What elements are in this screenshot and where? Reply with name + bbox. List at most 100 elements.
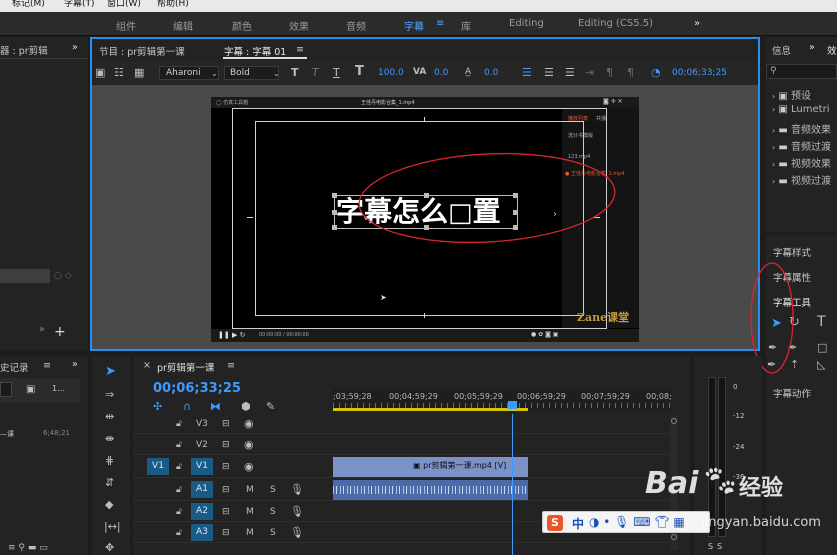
sequence-menu-icon[interactable]: ≡	[227, 360, 235, 371]
workspace-tab-editing[interactable]: Editing	[509, 18, 544, 29]
history-search-input[interactable]	[0, 382, 12, 397]
track-target-a2[interactable]: A2	[191, 503, 213, 520]
solo-button[interactable]: S	[270, 528, 276, 538]
tab-menu-icon[interactable]: ≡	[296, 44, 304, 55]
tree-item-lumetri[interactable]: › ▣ Lumetri	[772, 104, 829, 115]
settings-wrench-icon[interactable]: ✎	[266, 401, 275, 412]
tab-title[interactable]: 字幕 : 字幕 01	[224, 44, 286, 58]
wedge-tool-icon[interactable]: ◺	[817, 359, 825, 370]
menu-title[interactable]: 字幕(T)	[64, 0, 95, 9]
right-panel-overflow-icon[interactable]: »	[809, 42, 815, 53]
audio-clip[interactable]	[333, 480, 528, 500]
microphone-icon[interactable]: 🎙︎	[290, 484, 304, 495]
rectangle-tool-icon[interactable]: □	[817, 342, 827, 353]
microphone-icon[interactable]: 🎙︎	[290, 527, 304, 538]
workspace-tab-titles[interactable]: 字幕	[404, 18, 424, 33]
slide-tool-icon[interactable]: ⇵	[105, 477, 114, 488]
track-label[interactable]: V2	[196, 440, 208, 450]
mute-button[interactable]: M	[246, 528, 254, 538]
sync-lock-icon[interactable]: ⊟	[222, 528, 230, 539]
project-more-icon[interactable]: »	[39, 324, 45, 335]
ripple-edit-tool-icon[interactable]: ⇹	[105, 411, 114, 422]
tab-stop-icon[interactable]: ⇥	[585, 67, 594, 78]
underline-icon[interactable]: T	[333, 67, 340, 78]
tab-program-monitor[interactable]: 节目 : pr剪辑第一课	[99, 44, 185, 58]
tab-stops-icon[interactable]: ▦	[134, 67, 144, 78]
track-target-v1[interactable]: V1	[191, 458, 213, 475]
tree-item-audio-effects[interactable]: › ▬ 音频效果	[772, 121, 831, 136]
sync-lock-icon[interactable]: ⊟	[222, 507, 230, 518]
add-marker-icon[interactable]: ⬢	[241, 401, 251, 412]
eye-icon[interactable]: ◉	[244, 418, 254, 429]
playhead-line[interactable]	[512, 414, 513, 555]
type-tool-icon[interactable]: T	[817, 315, 826, 329]
playhead-handle[interactable]	[508, 401, 517, 409]
time-ruler[interactable]: ;03;59;28 00;04;59;29 00;05;59;29 00;06;…	[333, 389, 672, 411]
solo-button[interactable]: S	[270, 485, 276, 495]
tab-effects[interactable]: 效	[827, 43, 837, 57]
track-label[interactable]: V3	[196, 419, 208, 429]
zoom-tool-icon[interactable]: ✥	[105, 542, 114, 553]
meter-solo-left[interactable]: S	[708, 542, 713, 551]
history-item-label[interactable]: —课	[0, 429, 14, 439]
ime-language[interactable]: 中	[572, 515, 584, 532]
workspace-menu-icon[interactable]: ≡	[436, 18, 444, 29]
close-sequence-icon[interactable]: ×	[143, 360, 151, 371]
new-title-icon[interactable]: ▣	[95, 67, 105, 78]
tree-item-presets[interactable]: › ▣ 预设	[772, 87, 811, 102]
tab-info[interactable]: 信息	[772, 43, 791, 57]
meter-solo-right[interactable]: S	[717, 542, 722, 551]
roll-crawl-icon[interactable]: ☷	[114, 67, 124, 78]
mute-button[interactable]: M	[246, 507, 254, 517]
timeline-timecode[interactable]: 00;06;33;25	[153, 381, 241, 396]
project-panel-tab[interactable]: 器 : pr剪辑	[0, 43, 48, 57]
ime-logo[interactable]: S	[547, 515, 563, 531]
scroll-handle[interactable]	[671, 418, 677, 424]
menu-markers[interactable]: 标记(M)	[12, 0, 45, 9]
tree-item-audio-transitions[interactable]: › ▬ 音频过渡	[772, 138, 831, 153]
sync-lock-icon[interactable]: ⊟	[222, 419, 230, 430]
history-menu-icon[interactable]: ≡	[43, 360, 51, 371]
zoom-slider[interactable]	[0, 269, 50, 283]
microphone-icon[interactable]: 🎙︎	[290, 506, 304, 517]
effects-search-input[interactable]: ⚲	[766, 64, 837, 79]
workspace-overflow-icon[interactable]: »	[694, 18, 700, 29]
tab-history[interactable]: 史记录	[0, 360, 29, 374]
title-timecode[interactable]: 00;06;33;25	[672, 68, 727, 78]
section-title-actions[interactable]: 字幕动作	[773, 386, 811, 400]
menu-window[interactable]: 窗口(W)	[107, 0, 141, 9]
razor-tool-icon[interactable]: ◆	[105, 499, 113, 510]
eye-icon[interactable]: ◉	[244, 439, 254, 450]
align-right-icon[interactable]: ☰	[565, 67, 575, 78]
italic-icon[interactable]: T	[312, 67, 319, 78]
slip-tool-icon[interactable]: ⋕	[105, 455, 114, 466]
section-title-styles[interactable]: 字幕样式	[773, 245, 811, 259]
workspace-tab-assembly[interactable]: 组件	[116, 18, 136, 33]
linked-selection-icon[interactable]: ⧓	[210, 401, 221, 412]
show-background-icon[interactable]: ◔	[651, 67, 661, 78]
sync-lock-icon[interactable]: ⊟	[222, 485, 230, 496]
workspace-tab-editing-cs55[interactable]: Editing (CS5.5)	[578, 18, 653, 29]
tab-stop-icon[interactable]: ¶	[627, 67, 634, 78]
track-select-tool-icon[interactable]: ⇒	[105, 389, 114, 400]
selection-tool-icon[interactable]: ➤	[105, 365, 116, 378]
source-patch-v1[interactable]: V1	[147, 458, 169, 475]
workspace-tab-color[interactable]: 颜色	[232, 18, 252, 33]
solo-button[interactable]: S	[270, 507, 276, 517]
tab-stop-icon[interactable]: ¶	[606, 67, 613, 78]
font-family-select[interactable]: Aharoni	[159, 66, 219, 80]
leading-value[interactable]: 0.0	[484, 68, 498, 78]
tree-item-video-effects[interactable]: › ▬ 视频效果	[772, 155, 831, 170]
lock-icon[interactable]: 🔓︎	[176, 528, 182, 539]
eye-icon[interactable]: ◉	[244, 461, 254, 472]
workspace-tab-libraries[interactable]: 库	[461, 18, 471, 33]
sequence-tab[interactable]: pr剪辑第一课	[157, 360, 214, 374]
hand-tool-icon[interactable]: |↔|	[104, 521, 121, 532]
slider-handle-icon[interactable]: ○ ◇	[54, 271, 72, 282]
lock-icon[interactable]: 🔓︎	[176, 440, 182, 451]
font-size-value[interactable]: 100.0	[378, 68, 404, 78]
new-item-button[interactable]: +	[54, 324, 66, 340]
chevron-down-icon[interactable]: ⌄	[211, 68, 218, 79]
workspace-tab-effects[interactable]: 效果	[289, 18, 309, 33]
chevron-down-icon[interactable]: ⌄	[273, 68, 280, 79]
